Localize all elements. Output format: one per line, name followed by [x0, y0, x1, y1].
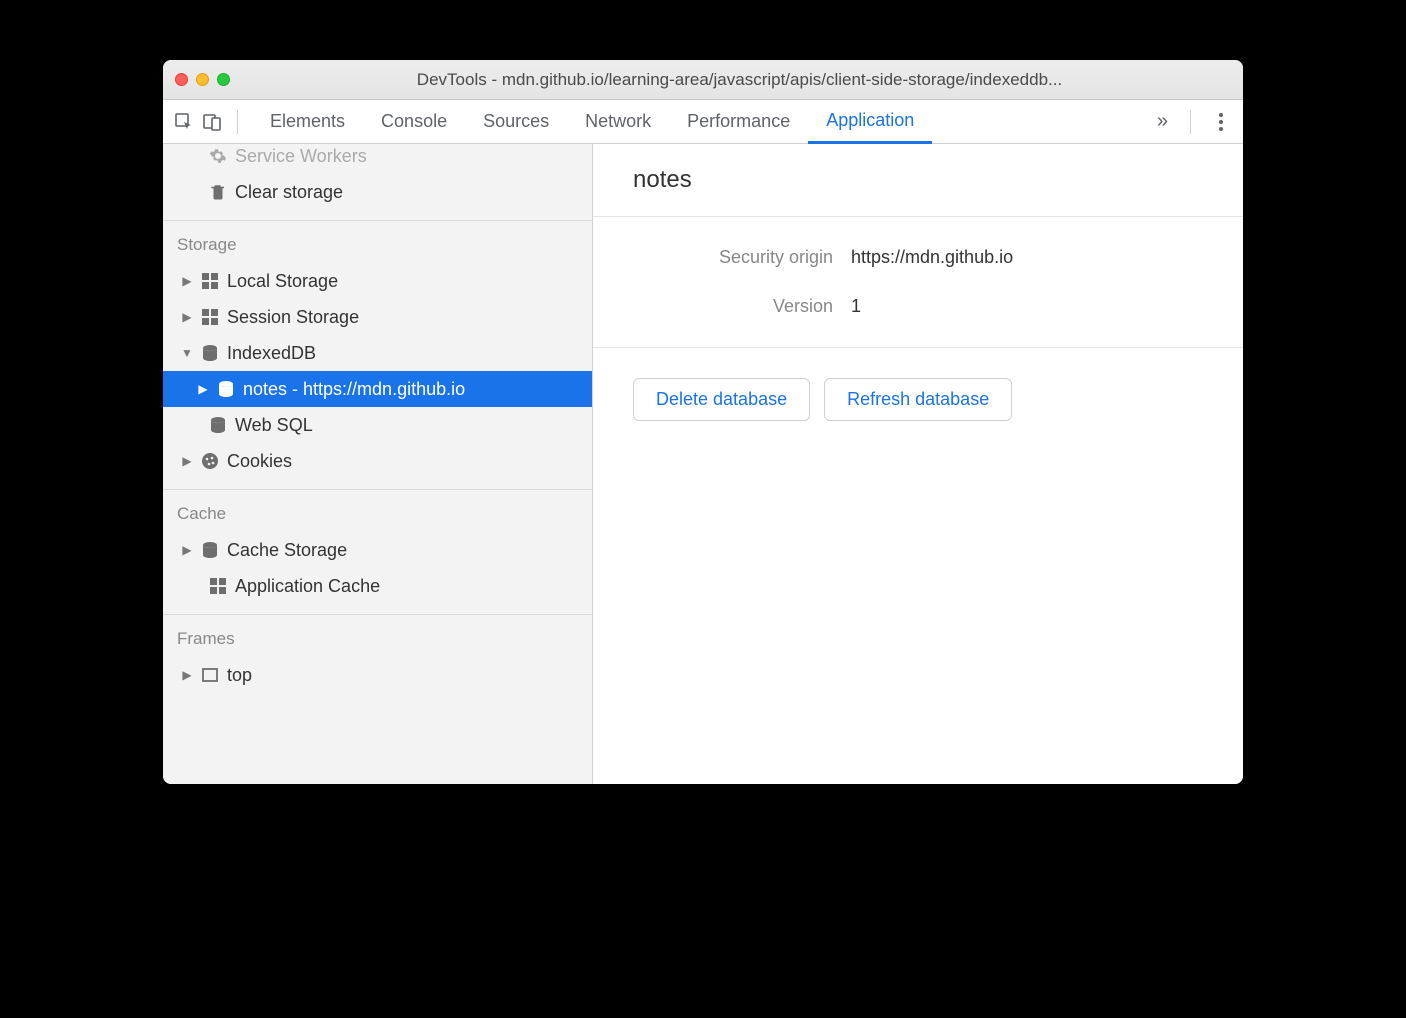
- disclosure-triangle-icon: ▼: [181, 346, 193, 360]
- tab-performance[interactable]: Performance: [669, 100, 808, 143]
- sidebar-item-web-sql[interactable]: Web SQL: [163, 407, 592, 443]
- database-actions: Delete database Refresh database: [593, 348, 1243, 451]
- panel-tabs: Elements Console Sources Network Perform…: [252, 100, 1143, 143]
- sidebar-item-label: Clear storage: [235, 182, 343, 203]
- security-origin-label: Security origin: [633, 247, 833, 268]
- sidebar-item-cache-storage[interactable]: ▶ Cache Storage: [163, 532, 592, 568]
- database-icon: [217, 380, 235, 398]
- tab-application[interactable]: Application: [808, 101, 932, 144]
- sidebar-item-label: notes - https://mdn.github.io: [243, 379, 465, 400]
- database-icon: [201, 541, 219, 559]
- database-title: notes: [593, 144, 1243, 217]
- security-origin-value: https://mdn.github.io: [851, 247, 1013, 268]
- sidebar-item-local-storage[interactable]: ▶ Local Storage: [163, 263, 592, 299]
- panel-body: Service Workers Clear storage Storage ▶ …: [163, 144, 1243, 784]
- tab-sources[interactable]: Sources: [465, 100, 567, 143]
- sidebar-item-label: IndexedDB: [227, 343, 316, 364]
- tabs-overflow-icon[interactable]: »: [1149, 110, 1176, 133]
- disclosure-triangle-icon: ▶: [181, 310, 193, 324]
- grid-icon: [201, 308, 219, 326]
- sidebar-item-frame-top[interactable]: ▶ top: [163, 657, 592, 693]
- tab-network[interactable]: Network: [567, 100, 669, 143]
- sidebar-item-service-workers[interactable]: Service Workers: [163, 144, 592, 174]
- disclosure-triangle-icon: ▶: [181, 543, 193, 557]
- disclosure-triangle-icon: ▶: [181, 274, 193, 288]
- sidebar-section-cache: Cache: [163, 490, 592, 532]
- titlebar: DevTools - mdn.github.io/learning-area/j…: [163, 60, 1243, 100]
- sidebar-item-label: Web SQL: [235, 415, 313, 436]
- sidebar-item-indexeddb[interactable]: ▼ IndexedDB: [163, 335, 592, 371]
- sidebar-item-session-storage[interactable]: ▶ Session Storage: [163, 299, 592, 335]
- disclosure-triangle-icon: ▶: [181, 668, 193, 682]
- grid-icon: [209, 577, 227, 595]
- close-button[interactable]: [175, 73, 188, 86]
- device-toolbar-icon[interactable]: [201, 111, 223, 133]
- frame-icon: [201, 666, 219, 684]
- window-title: DevTools - mdn.github.io/learning-area/j…: [248, 70, 1231, 90]
- database-icon: [209, 416, 227, 434]
- trash-icon: [209, 183, 227, 201]
- cookie-icon: [201, 452, 219, 470]
- sidebar-item-label: Service Workers: [235, 146, 367, 167]
- grid-icon: [201, 272, 219, 290]
- devtools-window: DevTools - mdn.github.io/learning-area/j…: [163, 60, 1243, 784]
- delete-database-button[interactable]: Delete database: [633, 378, 810, 421]
- application-sidebar: Service Workers Clear storage Storage ▶ …: [163, 144, 593, 784]
- version-label: Version: [633, 296, 833, 317]
- sidebar-item-indexeddb-notes[interactable]: ▶ notes - https://mdn.github.io: [163, 371, 592, 407]
- sidebar-item-label: Application Cache: [235, 576, 380, 597]
- traffic-lights: [175, 73, 230, 86]
- settings-menu-icon[interactable]: [1209, 113, 1233, 131]
- tab-elements[interactable]: Elements: [252, 100, 363, 143]
- sidebar-item-clear-storage[interactable]: Clear storage: [163, 174, 592, 210]
- sidebar-section-frames: Frames: [163, 615, 592, 657]
- maximize-button[interactable]: [217, 73, 230, 86]
- devtools-toolbar: Elements Console Sources Network Perform…: [163, 100, 1243, 144]
- disclosure-triangle-icon: ▶: [181, 454, 193, 468]
- sidebar-item-label: Cache Storage: [227, 540, 347, 561]
- gear-icon: [209, 147, 227, 165]
- sidebar-item-application-cache[interactable]: Application Cache: [163, 568, 592, 604]
- toolbar-divider: [1190, 110, 1191, 134]
- sidebar-item-label: Local Storage: [227, 271, 338, 292]
- sidebar-section-storage: Storage: [163, 221, 592, 263]
- main-panel: notes Security origin https://mdn.github…: [593, 144, 1243, 784]
- sidebar-item-label: Session Storage: [227, 307, 359, 328]
- refresh-database-button[interactable]: Refresh database: [824, 378, 1012, 421]
- toolbar-divider: [237, 110, 238, 134]
- sidebar-item-label: top: [227, 665, 252, 686]
- sidebar-item-label: Cookies: [227, 451, 292, 472]
- database-details: Security origin https://mdn.github.io Ve…: [593, 217, 1243, 348]
- version-value: 1: [851, 296, 861, 317]
- inspect-element-icon[interactable]: [173, 111, 195, 133]
- tab-console[interactable]: Console: [363, 100, 465, 143]
- disclosure-triangle-icon: ▶: [197, 382, 209, 396]
- database-icon: [201, 344, 219, 362]
- minimize-button[interactable]: [196, 73, 209, 86]
- sidebar-item-cookies[interactable]: ▶ Cookies: [163, 443, 592, 479]
